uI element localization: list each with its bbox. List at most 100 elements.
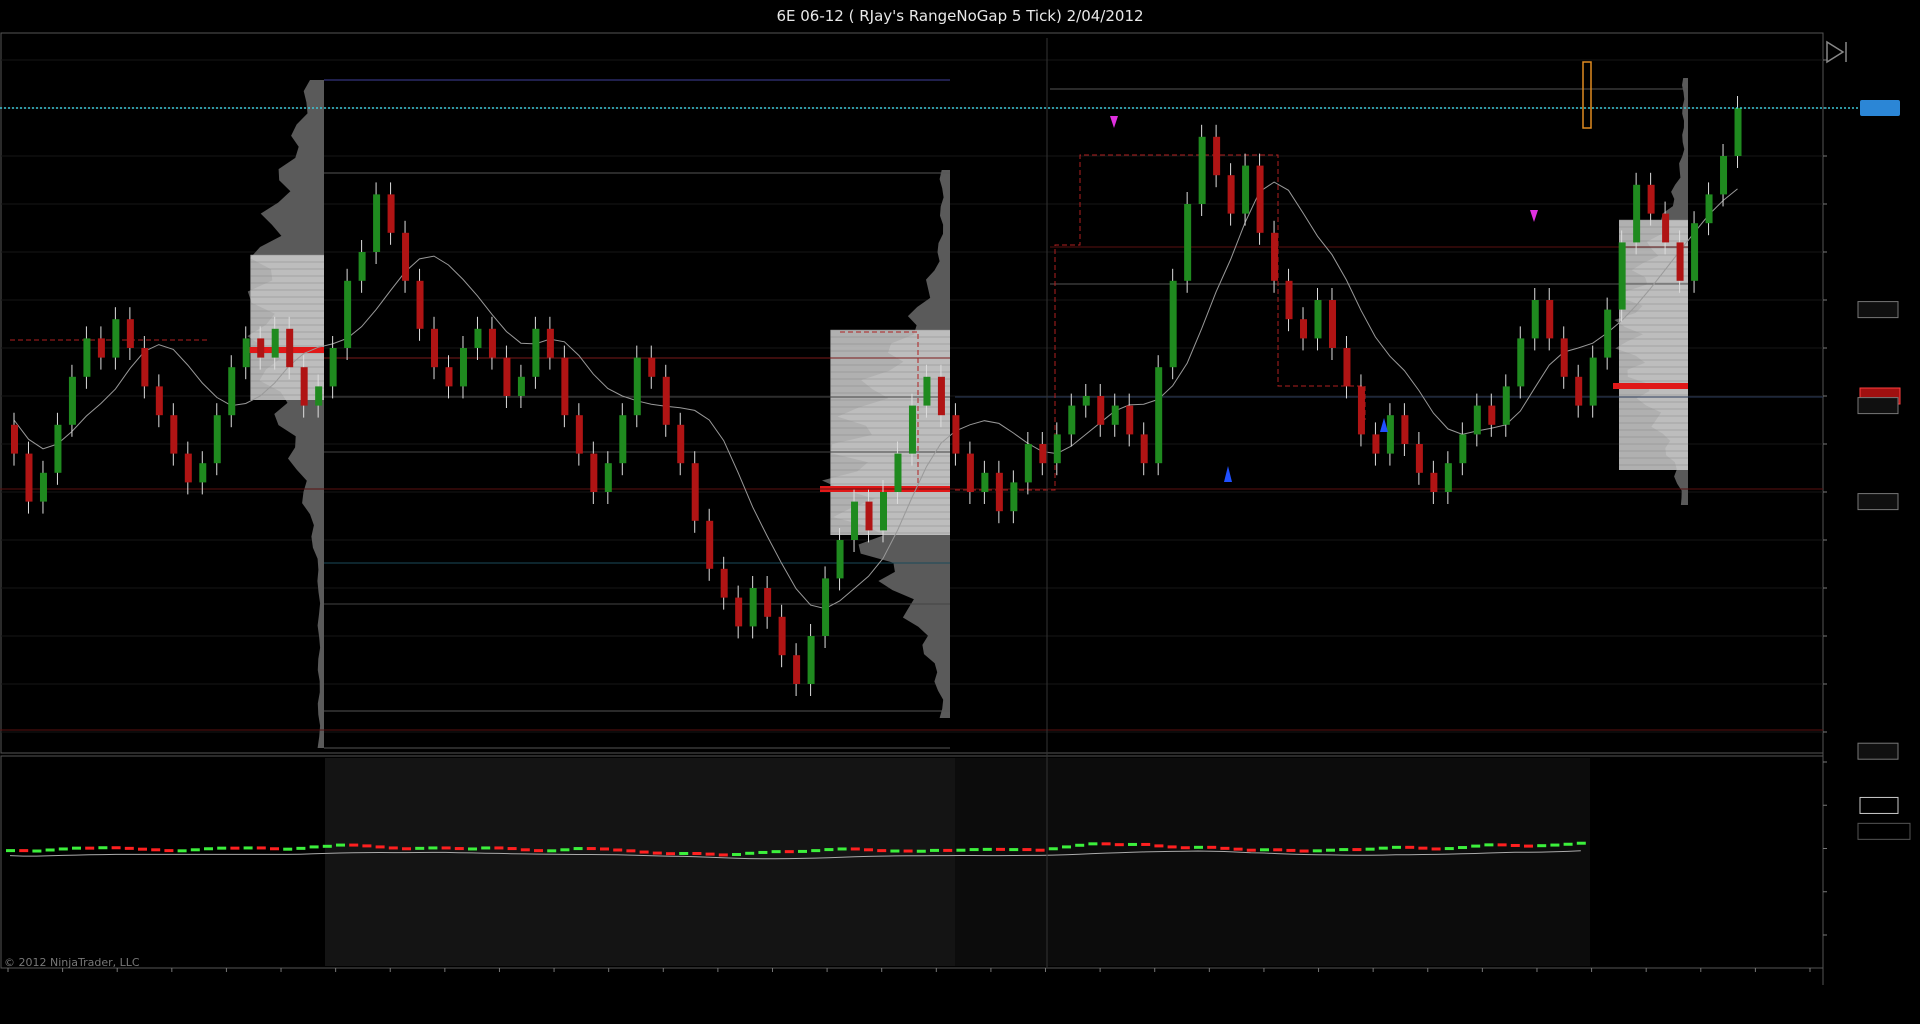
candle: [966, 453, 974, 492]
indicator-bar: [296, 846, 306, 850]
candle: [228, 367, 236, 416]
indicator-bar: [283, 847, 293, 851]
candle: [1705, 194, 1713, 224]
indicator-bar: [177, 849, 187, 853]
indicator-bar: [428, 846, 438, 850]
indicator-bar: [1299, 849, 1309, 853]
candle: [677, 424, 685, 464]
price-axis[interactable]: [1823, 59, 1901, 760]
indicator-bar: [1128, 842, 1137, 846]
indicator-bar: [243, 846, 253, 850]
indicator-bar: [969, 848, 979, 852]
candle: [633, 357, 641, 416]
indicator-bar: [138, 847, 147, 851]
candle: [1213, 136, 1221, 176]
candle: [54, 424, 62, 473]
indicator-bar: [1550, 843, 1560, 847]
candle: [1517, 338, 1525, 387]
indicator-bar: [732, 853, 741, 857]
indicator-bar: [520, 848, 530, 852]
candle: [822, 578, 830, 636]
candle: [199, 463, 207, 483]
time-axis[interactable]: [7, 968, 1811, 972]
indicator-bar: [481, 846, 491, 850]
candle: [1227, 175, 1235, 214]
indicator-bar: [1180, 846, 1190, 850]
indicator-bar: [877, 849, 887, 853]
candle: [503, 357, 511, 396]
skip-to-end-icon[interactable]: [1826, 40, 1847, 64]
indicator-bar: [1101, 842, 1111, 846]
indicator-bar: [586, 847, 596, 851]
indicator-bar: [1312, 849, 1322, 853]
candle: [1676, 242, 1684, 281]
price-badge: [1860, 100, 1900, 116]
indicator-bar: [1392, 845, 1401, 849]
candle: [546, 328, 554, 358]
indicator-badge: [1859, 796, 1899, 814]
candle: [1285, 280, 1293, 320]
indicator-bar: [362, 844, 372, 848]
candle: [242, 338, 250, 368]
candle: [1256, 165, 1264, 233]
indicator-bar: [811, 849, 821, 853]
indicator-bar: [204, 847, 213, 851]
indicator-bar: [217, 846, 227, 850]
indicator-bar: [494, 846, 504, 850]
indicator-bar: [1431, 847, 1441, 851]
indicator-bar: [1167, 845, 1177, 849]
candle: [880, 492, 887, 531]
indicator-bar: [1273, 848, 1283, 852]
indicator-axis[interactable]: [1823, 761, 1911, 936]
indicator-bar: [771, 850, 781, 854]
indicator-bar: [441, 846, 451, 850]
candle: [271, 328, 279, 358]
indicator-bar: [824, 848, 834, 852]
indicator-bar: [626, 849, 636, 853]
indicator-bar: [1405, 845, 1415, 849]
candle: [1633, 184, 1641, 243]
indicator-bar: [1537, 844, 1547, 848]
candle: [329, 348, 337, 387]
candle: [97, 338, 105, 358]
candle: [68, 376, 76, 425]
candle: [749, 588, 757, 627]
candle: [1401, 415, 1409, 444]
candle: [1604, 309, 1612, 358]
candle: [517, 376, 525, 396]
indicator-bar: [1458, 846, 1467, 850]
indicator-bar: [507, 847, 517, 851]
candle: [923, 376, 931, 406]
entry-long-marker: [1380, 418, 1388, 432]
candle: [1314, 300, 1322, 339]
indicator-bar: [1194, 845, 1203, 849]
indicator-bar: [1075, 843, 1085, 847]
indicator-bar: [547, 849, 557, 853]
candle: [1734, 108, 1742, 156]
candle: [778, 616, 786, 656]
candle: [170, 415, 178, 454]
candle: [1531, 300, 1539, 339]
level-badge: [1857, 397, 1899, 415]
candle: [1386, 415, 1394, 454]
indicator-bar: [1524, 844, 1533, 848]
candle: [561, 357, 569, 416]
candle: [11, 424, 18, 454]
candle: [1488, 405, 1496, 425]
indicator-bar: [758, 850, 768, 854]
indicator-bar: [98, 846, 108, 850]
stop-marker: [1530, 210, 1538, 222]
candle: [1372, 434, 1380, 454]
chart-canvas[interactable]: © 2012 NinjaTrader, LLC: [0, 0, 1920, 1024]
indicator-bar: [1009, 848, 1019, 852]
candle: [1546, 300, 1554, 339]
indicator-bar: [639, 850, 649, 854]
candle: [1271, 232, 1279, 281]
indicator-bar: [1220, 846, 1230, 850]
candle: [894, 453, 902, 492]
candle: [416, 280, 424, 329]
trade-annotations: [1110, 61, 1592, 482]
indicator-bar: [72, 846, 81, 850]
indicator-bar: [19, 849, 29, 853]
candle: [474, 328, 482, 348]
